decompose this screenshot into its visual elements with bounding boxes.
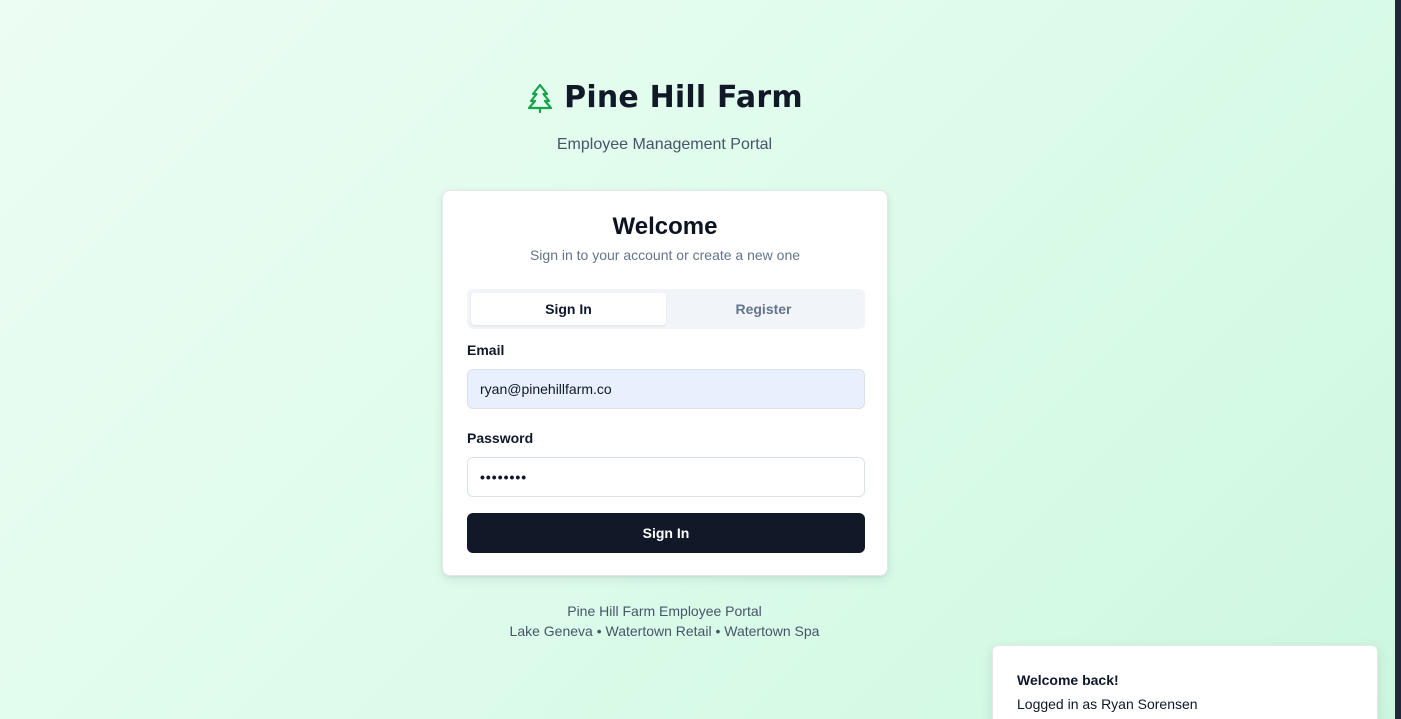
tab-sign-in[interactable]: Sign In	[471, 293, 666, 325]
card-subtitle: Sign in to your account or create a new …	[529, 247, 801, 263]
password-label: Password	[467, 430, 534, 446]
welcome-toast[interactable]: Welcome back! Logged in as Ryan Sorensen	[992, 645, 1378, 719]
pine-tree-icon	[526, 83, 554, 113]
app-subtitle: Employee Management Portal	[556, 136, 773, 153]
footer-title: Pine Hill Farm Employee Portal	[567, 603, 762, 619]
footer-locations: Lake Geneva • Watertown Retail • Waterto…	[509, 623, 820, 639]
app-title: Pine Hill Farm	[564, 80, 803, 115]
sign-in-button[interactable]: Sign In	[467, 513, 865, 553]
email-field[interactable]: ryan@pinehillfarm.co	[467, 369, 865, 409]
auth-card: Welcome Sign in to your account or creat…	[442, 190, 888, 576]
card-title: Welcome	[612, 213, 718, 240]
toast-description: Logged in as Ryan Sorensen	[1017, 696, 1198, 712]
window-edge	[1395, 0, 1401, 719]
auth-tabs: Sign In Register	[467, 289, 865, 329]
email-value: ryan@pinehillfarm.co	[480, 381, 612, 397]
toast-title: Welcome back!	[1017, 672, 1119, 688]
email-label: Email	[467, 342, 505, 358]
tab-register[interactable]: Register	[666, 293, 861, 325]
password-value: ••••••••	[480, 469, 528, 485]
brand-header: Pine Hill Farm	[0, 80, 1329, 115]
password-field[interactable]: ••••••••	[467, 457, 865, 497]
